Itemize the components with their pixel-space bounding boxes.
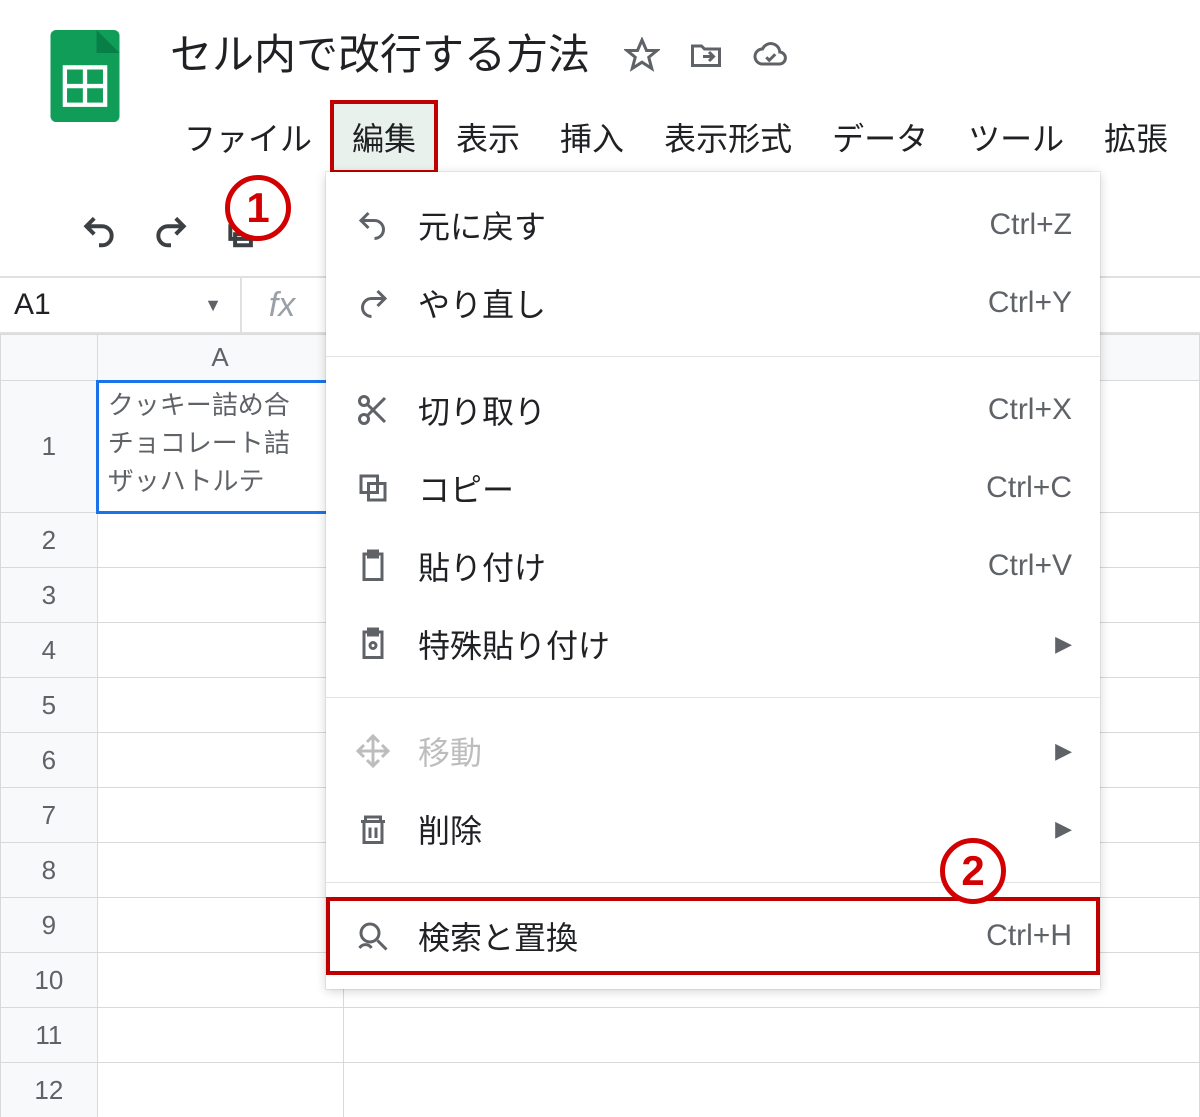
edit-menu-delete[interactable]: 削除 ▶ — [326, 790, 1100, 868]
menu-insert[interactable]: 挿入 — [540, 102, 644, 172]
edit-menu-paste-shortcut: Ctrl+V — [988, 549, 1072, 583]
undo-button[interactable] — [72, 204, 126, 258]
document-title[interactable]: セル内で改行する方法 — [164, 26, 596, 84]
clipboard-icon — [350, 543, 396, 589]
edit-menu-cut[interactable]: 切り取り Ctrl+X — [326, 371, 1100, 449]
edit-menu-find-replace-label: 検索と置換 — [418, 913, 986, 959]
cloud-saved-icon[interactable] — [752, 37, 788, 73]
menu-file[interactable]: ファイル — [164, 102, 332, 172]
submenu-arrow-icon: ▶ — [1055, 631, 1072, 657]
menubar: ファイル 編集 表示 挿入 表示形式 データ ツール 拡張 — [164, 102, 1200, 172]
edit-menu-cut-shortcut: Ctrl+X — [988, 393, 1072, 427]
edit-menu-move-label: 移動 — [418, 728, 1055, 774]
menu-separator — [326, 697, 1100, 698]
row-header-11[interactable]: 11 — [1, 1008, 98, 1063]
edit-menu-find-replace[interactable]: 検索と置換 Ctrl+H — [326, 897, 1100, 975]
move-icon — [350, 728, 396, 774]
clipboard-special-icon — [350, 621, 396, 667]
menu-separator — [326, 882, 1100, 883]
redo-button[interactable] — [144, 204, 198, 258]
edit-menu-move: 移動 ▶ — [326, 712, 1100, 790]
edit-menu-delete-label: 削除 — [418, 806, 1055, 852]
cell-a1[interactable]: クッキー詰め合 チョコレート詰 ザッハトルテ — [97, 381, 343, 513]
row-header-8[interactable]: 8 — [1, 843, 98, 898]
menu-extensions[interactable]: 拡張 — [1084, 102, 1188, 172]
edit-menu-undo-shortcut: Ctrl+Z — [990, 208, 1073, 242]
row-header-7[interactable]: 7 — [1, 788, 98, 843]
edit-menu-undo[interactable]: 元に戻す Ctrl+Z — [326, 186, 1100, 264]
redo-icon — [350, 280, 396, 326]
row-header-3[interactable]: 3 — [1, 568, 98, 623]
row-header-10[interactable]: 10 — [1, 953, 98, 1008]
row-header-9[interactable]: 9 — [1, 898, 98, 953]
row-header-1[interactable]: 1 — [1, 381, 98, 513]
edit-menu-paste[interactable]: 貼り付け Ctrl+V — [326, 527, 1100, 605]
row-header-12[interactable]: 12 — [1, 1063, 98, 1117]
edit-menu-redo-label: やり直し — [418, 280, 988, 326]
name-box-ref: A1 — [14, 288, 51, 322]
star-icon[interactable] — [624, 37, 660, 73]
menu-tools[interactable]: ツール — [948, 102, 1084, 172]
row-header-5[interactable]: 5 — [1, 678, 98, 733]
select-all-corner[interactable] — [1, 335, 98, 381]
undo-icon — [350, 202, 396, 248]
edit-menu-copy-shortcut: Ctrl+C — [986, 471, 1072, 505]
edit-menu-paste-label: 貼り付け — [418, 543, 988, 589]
menu-edit[interactable]: 編集 — [332, 102, 436, 172]
submenu-arrow-icon: ▶ — [1055, 816, 1072, 842]
menu-data[interactable]: データ — [812, 102, 948, 172]
menu-view[interactable]: 表示 — [436, 102, 540, 172]
submenu-arrow-icon: ▶ — [1055, 738, 1072, 764]
move-to-folder-icon[interactable] — [688, 37, 724, 73]
menu-separator — [326, 356, 1100, 357]
row-header-4[interactable]: 4 — [1, 623, 98, 678]
edit-menu-redo-shortcut: Ctrl+Y — [988, 286, 1072, 320]
name-box[interactable]: A1 ▼ — [0, 278, 242, 332]
edit-menu-copy[interactable]: コピー Ctrl+C — [326, 449, 1100, 527]
fx-label: fx — [242, 278, 322, 332]
menu-format[interactable]: 表示形式 — [644, 102, 812, 172]
edit-menu-redo[interactable]: やり直し Ctrl+Y — [326, 264, 1100, 342]
find-replace-icon — [350, 913, 396, 959]
row-header-6[interactable]: 6 — [1, 733, 98, 788]
edit-menu-undo-label: 元に戻す — [418, 202, 990, 248]
edit-menu-paste-special-label: 特殊貼り付け — [418, 621, 1055, 667]
copy-icon — [350, 465, 396, 511]
row-header-2[interactable]: 2 — [1, 513, 98, 568]
edit-menu-dropdown: 元に戻す Ctrl+Z やり直し Ctrl+Y 切り取り Ctrl+X コピー … — [326, 172, 1100, 989]
edit-menu-cut-label: 切り取り — [418, 387, 988, 433]
sheets-logo[interactable] — [46, 26, 124, 126]
edit-menu-copy-label: コピー — [418, 465, 986, 511]
print-button[interactable] — [216, 204, 270, 258]
scissors-icon — [350, 387, 396, 433]
chevron-down-icon: ▼ — [204, 295, 222, 316]
trash-icon — [350, 806, 396, 852]
column-header-a[interactable]: A — [97, 335, 343, 381]
edit-menu-paste-special[interactable]: 特殊貼り付け ▶ — [326, 605, 1100, 683]
edit-menu-find-replace-shortcut: Ctrl+H — [986, 919, 1072, 953]
